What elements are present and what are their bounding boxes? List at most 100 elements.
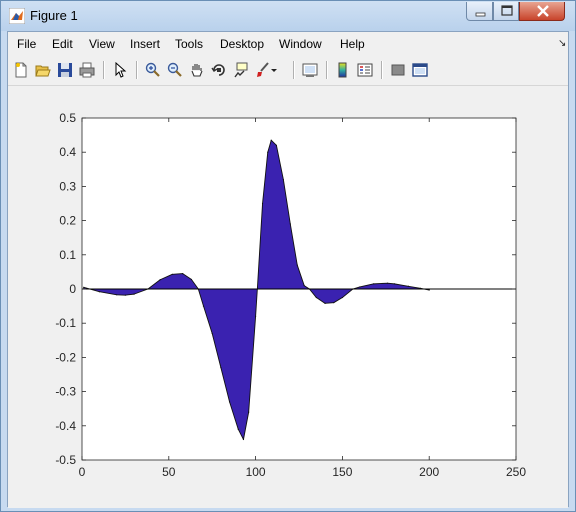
menu-window[interactable]: Window [279, 37, 322, 51]
figure-window: Figure 1 File Edit View Insert Tools Des… [0, 0, 576, 512]
legend-icon [357, 63, 373, 77]
show-plot-tools-button[interactable] [409, 59, 431, 81]
data-point [407, 285, 409, 287]
data-point [303, 284, 305, 287]
save-button[interactable] [54, 59, 76, 81]
y-tick-label: 0.3 [59, 179, 76, 193]
pan-button[interactable] [186, 59, 208, 81]
data-point [190, 278, 192, 281]
data-point [182, 273, 184, 275]
brush-dropdown-button[interactable] [270, 59, 280, 81]
data-point [289, 223, 291, 225]
chart[interactable]: 0 50 100 150 200 250 -0.5 -0.4 -0.3 -0.2 -0.1 0 0.1 0… [8, 86, 568, 508]
legend-button[interactable] [354, 59, 376, 81]
toolbar-separator [136, 61, 138, 79]
data-point [341, 296, 343, 299]
link-plot-button[interactable] [299, 59, 321, 81]
y-tick-label: 0.5 [59, 111, 76, 125]
zoom-in-button[interactable] [142, 59, 164, 81]
dock-arrow-icon[interactable]: ↘ [558, 38, 566, 49]
data-point [211, 332, 213, 335]
menu-desktop[interactable]: Desktop [220, 37, 264, 51]
data-point [124, 294, 126, 296]
data-point [202, 305, 205, 307]
data-point [428, 289, 430, 291]
y-tick-label: 0.1 [59, 248, 76, 262]
edit-plot-button[interactable] [109, 59, 131, 81]
x-tick-label: 200 [419, 465, 439, 479]
toolbar-separator [381, 61, 383, 79]
open-file-button[interactable] [32, 59, 54, 81]
print-icon [79, 62, 95, 78]
data-point [359, 286, 361, 288]
new-figure-icon [15, 62, 27, 78]
toolbar-separator [326, 61, 328, 79]
colorbar-button[interactable] [332, 59, 354, 81]
maximize-icon [501, 5, 513, 16]
plot-area: 0 50 100 150 200 250 -0.5 -0.4 -0.3 -0.2 -0.1 0 0.1 0… [8, 86, 568, 508]
figure-toolbar [8, 55, 568, 86]
data-point [282, 178, 284, 181]
zoom-out-icon [167, 62, 182, 77]
data-point [242, 438, 245, 441]
data-point [386, 282, 389, 284]
menu-view[interactable]: View [89, 37, 115, 51]
menu-edit[interactable]: Edit [52, 37, 73, 51]
new-figure-button[interactable] [10, 59, 32, 81]
hide-plot-tools-button[interactable] [387, 59, 409, 81]
close-button[interactable] [519, 2, 565, 21]
show-plot-tools-icon [412, 63, 428, 77]
minimize-icon [475, 12, 486, 17]
save-icon [58, 63, 72, 77]
menu-tools[interactable]: Tools [175, 37, 203, 51]
edit-plot-arrow-icon [115, 62, 127, 78]
data-point [275, 144, 278, 146]
y-tick-label: -0.2 [55, 350, 76, 364]
data-point [324, 302, 326, 304]
data-point [261, 202, 264, 205]
data-point [267, 151, 269, 153]
data-point [393, 283, 396, 285]
data-point [133, 293, 135, 295]
x-tick-label: 0 [79, 465, 86, 479]
rotate-3d-button[interactable] [208, 59, 230, 81]
menu-bar: File Edit View Insert Tools Desktop Wind… [8, 32, 568, 55]
print-button[interactable] [76, 59, 98, 81]
menu-help[interactable]: Help [340, 37, 365, 51]
x-tick-label: 250 [506, 465, 526, 479]
zoom-in-icon [145, 62, 160, 77]
zoom-out-button[interactable] [164, 59, 186, 81]
menu-file[interactable]: File [17, 37, 36, 51]
data-point [171, 273, 173, 275]
x-tick-label: 50 [162, 465, 176, 479]
data-point [270, 139, 272, 141]
data-cursor-button[interactable] [230, 59, 252, 81]
menu-insert[interactable]: Insert [130, 37, 160, 51]
data-point [315, 296, 317, 299]
data-point [237, 428, 239, 430]
open-file-icon [35, 65, 51, 77]
title-bar[interactable]: Figure 1 [1, 1, 575, 31]
data-point [296, 264, 298, 266]
data-point [333, 302, 335, 304]
y-tick-label: -0.3 [55, 385, 76, 399]
data-cursor-icon [234, 62, 248, 78]
pan-hand-icon [191, 64, 203, 77]
data-point [248, 411, 250, 413]
data-point [83, 286, 85, 288]
window-title: Figure 1 [30, 8, 78, 23]
data-point [228, 401, 231, 403]
figure-client: File Edit View Insert Tools Desktop Wind… [7, 31, 569, 508]
matlab-icon [9, 8, 25, 24]
link-plot-icon [302, 63, 318, 77]
data-point [98, 291, 100, 293]
close-icon [537, 5, 549, 17]
rotate-3d-icon [211, 64, 225, 76]
brush-icon [257, 62, 269, 77]
y-tick-label: 0.2 [59, 214, 76, 228]
data-point [255, 315, 257, 317]
minimize-button[interactable] [466, 2, 493, 21]
maximize-button[interactable] [493, 2, 519, 21]
y-tick-label: 0 [69, 282, 76, 296]
y-tick-label: -0.5 [55, 453, 76, 467]
